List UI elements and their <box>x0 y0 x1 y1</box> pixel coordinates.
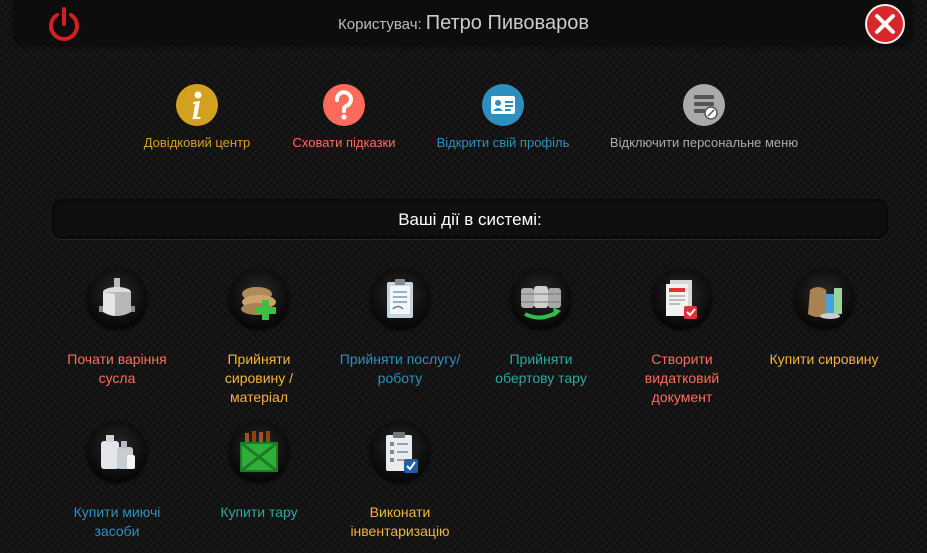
hide-hints-label: Сховати підказки <box>292 135 396 150</box>
section-title: Ваші дії в системі: <box>398 210 542 229</box>
action-label-line: Прийняти <box>509 351 573 367</box>
open-profile-link[interactable]: Відкрити свій профіль <box>434 84 572 150</box>
create-expense-document-action[interactable]: Створити видатковий документ <box>607 270 757 407</box>
detergents-icon <box>87 423 147 483</box>
action-label-line: Виконати <box>369 504 431 520</box>
start-wort-brewing-action[interactable]: Почати варіння сусла <box>42 270 192 388</box>
action-label-line: видатковий <box>644 370 720 386</box>
disable-personal-menu-link[interactable]: Відключити персональне меню <box>606 84 802 150</box>
receive-raw-materials-action[interactable]: Прийняти сировину / матеріал <box>184 270 334 407</box>
buy-containers-action[interactable]: Купити тару <box>184 423 334 522</box>
action-label-line: Купити сировину <box>769 351 879 367</box>
close-icon <box>865 4 905 44</box>
user-info: Користувач: Петро Пивоваров <box>0 12 927 35</box>
action-label: Купити сировину <box>749 350 899 369</box>
documents-icon <box>652 270 712 330</box>
user-name: Петро Пивоваров <box>425 12 589 34</box>
action-label-line: інвентаризацію <box>350 523 450 539</box>
disable-personal-menu-label: Відключити персональне меню <box>609 135 799 150</box>
action-label-line: засоби <box>94 523 140 539</box>
action-label-line: обертову тару <box>495 370 587 386</box>
receive-returnable-containers-action[interactable]: Прийняти обертову тару <box>466 270 616 388</box>
raw-materials-icon <box>794 270 854 330</box>
action-label-line: Створити <box>651 351 713 367</box>
close-button[interactable] <box>864 3 906 45</box>
section-header: Ваші дії в системі: <box>52 199 888 239</box>
action-label-line: Купити миючі <box>73 504 161 520</box>
action-label: Купити миючі засоби <box>42 503 192 541</box>
question-icon <box>323 84 365 126</box>
action-label-line: Почати варіння <box>67 351 167 367</box>
sacks-plus-icon <box>229 270 289 330</box>
action-label-line: Прийняти послугу/ <box>339 351 461 367</box>
bottle-crate-icon <box>229 423 289 483</box>
action-label-line: матеріал <box>230 389 288 405</box>
action-label-line: Прийняти <box>227 351 291 367</box>
receive-service-action[interactable]: Прийняти послугу/ роботу <box>325 270 475 388</box>
action-label: Почати варіння сусла <box>42 350 192 388</box>
buy-raw-materials-action[interactable]: Купити сировину <box>749 270 899 369</box>
menu-disable-icon <box>683 84 725 126</box>
action-label-line: роботу <box>377 370 423 386</box>
help-center-link[interactable]: Довідковий центр <box>142 84 252 150</box>
action-label: Виконати інвентаризацію <box>325 503 475 541</box>
action-label: Купити тару <box>184 503 334 522</box>
action-label-line: сусла <box>98 370 136 386</box>
buy-detergents-action[interactable]: Купити миючі засоби <box>42 423 192 541</box>
profile-card-icon <box>482 84 524 126</box>
help-center-label: Довідковий центр <box>143 135 251 150</box>
info-icon <box>176 84 218 126</box>
open-profile-label: Відкрити свій профіль <box>436 135 570 150</box>
action-label-line: Купити тару <box>220 504 298 520</box>
perform-inventory-action[interactable]: Виконати інвентаризацію <box>325 423 475 541</box>
action-label: Створити видатковий документ <box>607 350 757 407</box>
inventory-checklist-icon <box>370 423 430 483</box>
kegs-icon <box>511 270 571 330</box>
action-label-line: документ <box>651 389 713 405</box>
brew-kettle-icon <box>87 270 147 330</box>
hide-hints-link[interactable]: Сховати підказки <box>288 84 400 150</box>
action-label-line: сировину / <box>224 370 294 386</box>
action-label: Прийняти послугу/ роботу <box>325 350 475 388</box>
user-label: Користувач: <box>338 16 422 33</box>
action-label: Прийняти сировину / матеріал <box>184 350 334 407</box>
clipboard-icon <box>370 270 430 330</box>
action-label: Прийняти обертову тару <box>466 350 616 388</box>
